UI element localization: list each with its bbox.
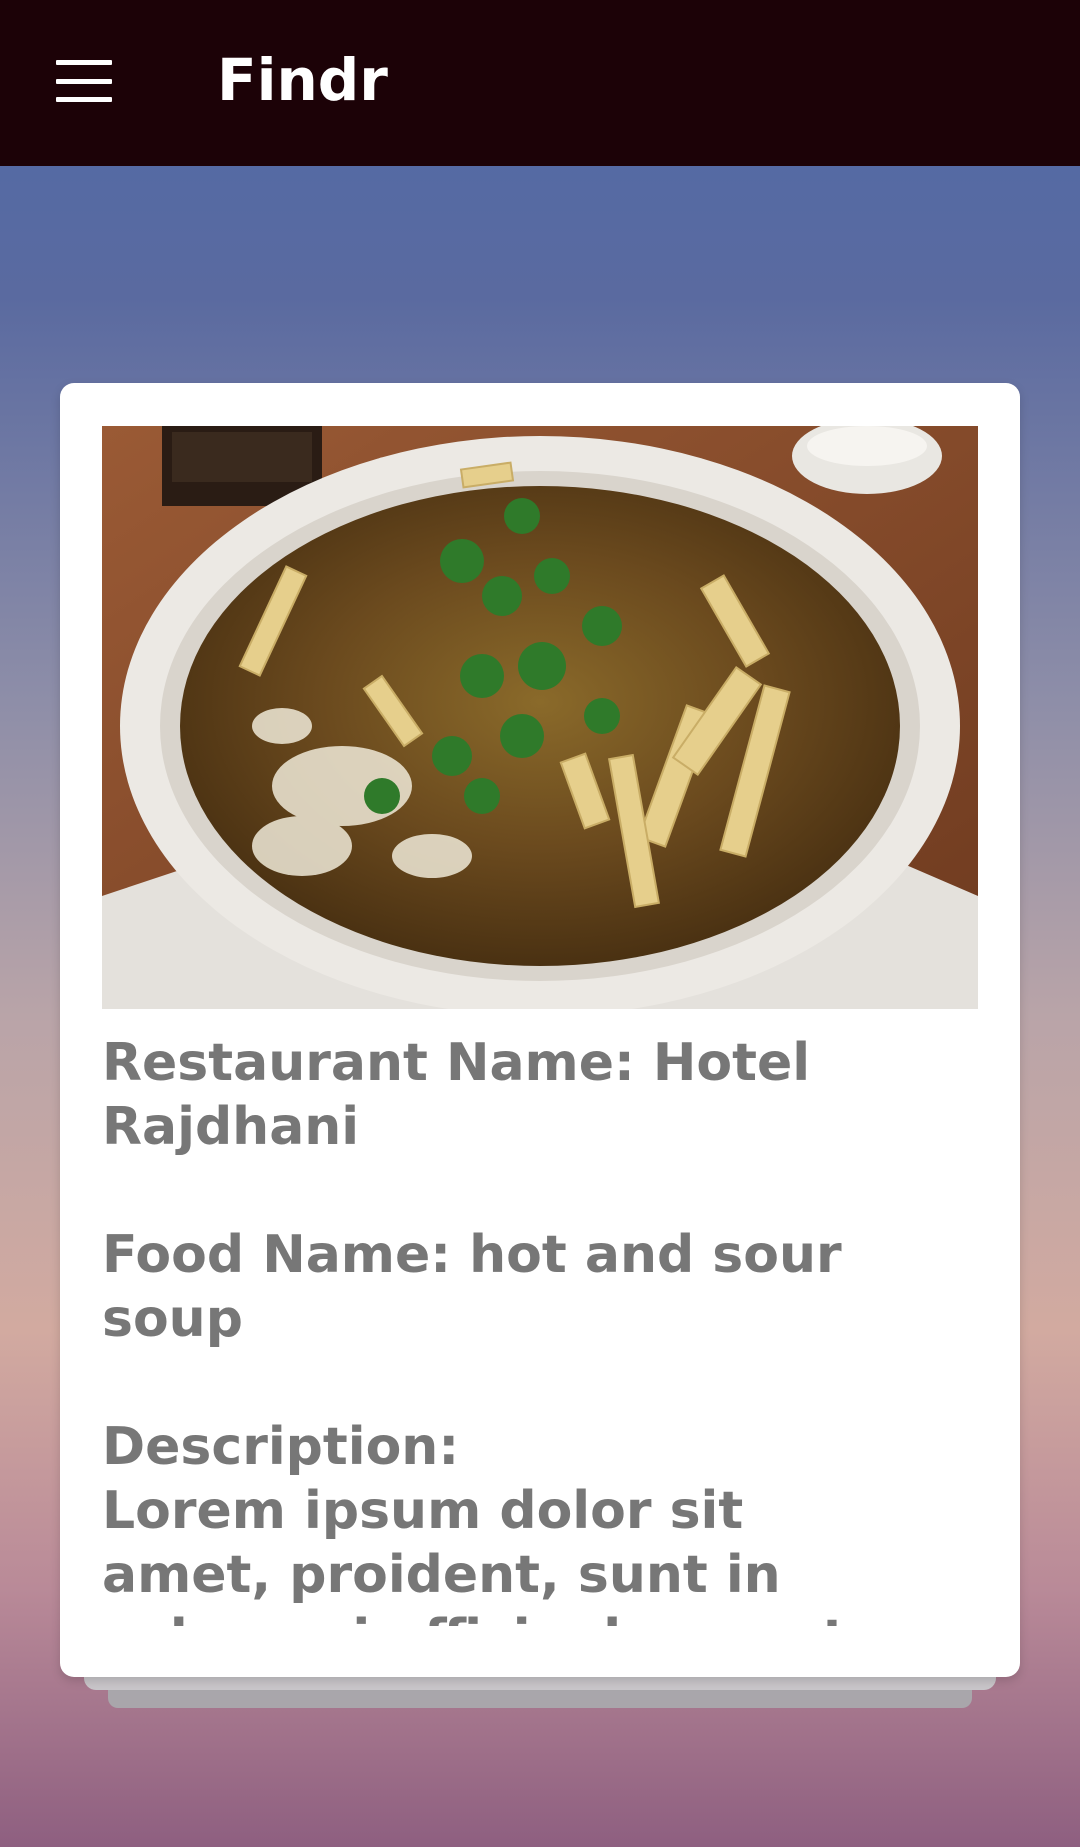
food-details: Restaurant Name: Hotel Rajdhani Food Nam…: [102, 1031, 982, 1626]
hamburger-menu-icon[interactable]: [56, 60, 112, 102]
food-name: Food Name: hot and sour soup: [102, 1225, 842, 1349]
restaurant-name: Restaurant Name: Hotel Rajdhani: [102, 1033, 811, 1157]
description-text: Lorem ipsum dolor sit amet, proident, su…: [102, 1481, 847, 1626]
food-photo: [102, 426, 978, 1009]
app-bar: Findr: [0, 0, 1080, 166]
soup-bowl-illustration: [102, 426, 978, 1009]
app-title: Findr: [217, 46, 388, 114]
food-card[interactable]: Restaurant Name: Hotel Rajdhani Food Nam…: [60, 383, 1020, 1677]
description-label: Description:: [102, 1417, 460, 1477]
